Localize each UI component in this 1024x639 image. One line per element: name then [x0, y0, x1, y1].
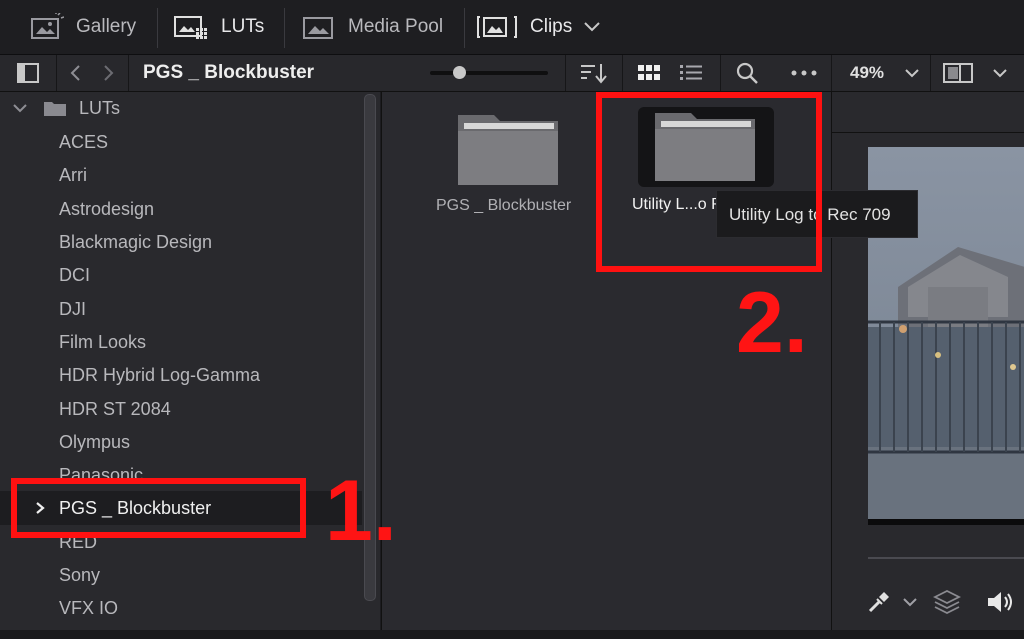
current-path-title: PGS _ Blockbuster — [143, 62, 315, 83]
layers-button[interactable] — [932, 589, 962, 615]
chevron-down-icon — [903, 598, 917, 607]
tab-luts[interactable]: LUTs — [173, 0, 264, 54]
layers-icon — [932, 589, 962, 615]
toggle-sidebar-button[interactable] — [8, 55, 48, 91]
tree-item[interactable]: HDR Hybrid Log-Gamma — [0, 359, 362, 391]
tree-item[interactable]: Astrodesign — [0, 193, 362, 225]
viewer-mode-button[interactable] — [938, 55, 978, 91]
tree-item-label: Sony — [59, 565, 101, 585]
tree-item[interactable]: Sony — [0, 559, 362, 591]
media-pool-icon — [303, 17, 333, 39]
more-options-button[interactable] — [782, 55, 826, 91]
tree-item-label: DCI — [59, 265, 90, 285]
chevron-down-icon — [13, 104, 27, 113]
tab-media-pool-label: Media Pool — [348, 16, 444, 37]
speaker-icon — [988, 592, 1012, 612]
folder-icon — [44, 102, 66, 116]
chevron-down-icon — [905, 69, 919, 78]
slider-handle[interactable] — [453, 66, 466, 79]
list-view-icon — [680, 65, 702, 80]
thumbnail-size-slider[interactable] — [430, 71, 548, 75]
folder-label: PGS _ Blockbuster — [436, 197, 572, 214]
tree-item[interactable]: Olympus — [0, 426, 362, 458]
list-view-button[interactable] — [672, 55, 710, 91]
tab-media-pool[interactable]: Media Pool — [302, 0, 443, 54]
tree-item-label: HDR Hybrid Log-Gamma — [59, 365, 261, 385]
tree-item[interactable]: ACES — [0, 126, 362, 158]
more-dots-icon — [791, 70, 817, 76]
sort-icon — [581, 64, 607, 84]
tab-gallery[interactable]: Gallery — [30, 0, 136, 54]
tree-root-label: LUTs — [79, 98, 121, 118]
bottom-strip — [0, 630, 1024, 639]
grid-view-icon — [638, 65, 660, 80]
annotation-step-2: 2. — [736, 275, 808, 371]
chevron-down-icon — [584, 22, 600, 32]
annotation-box-1 — [11, 478, 306, 538]
scrubber-bar[interactable] — [868, 557, 1024, 559]
tree-item-label: Arri — [59, 165, 87, 185]
luts-icon — [174, 16, 207, 39]
eyedropper-dropdown[interactable] — [902, 595, 918, 609]
tree-item[interactable]: Arri — [0, 159, 362, 191]
gallery-icon — [31, 13, 64, 39]
chevron-down-icon — [993, 69, 1007, 78]
tab-clips[interactable]: Clips — [476, 0, 602, 54]
tree-item-label: DJI — [59, 299, 86, 319]
tree-item[interactable]: VFX IO — [0, 592, 362, 624]
zoom-level[interactable]: 49% — [850, 55, 884, 91]
tree-root-luts[interactable]: LUTs — [0, 92, 362, 124]
tree-item-label: VFX IO — [59, 598, 119, 618]
chevron-right-icon — [104, 65, 114, 81]
tree-item[interactable]: HDR ST 2084 — [0, 393, 362, 425]
search-button[interactable] — [728, 55, 766, 91]
lut-tree-sidebar: LUTs ACES Arri Astrodesign Blackmagic De… — [0, 92, 380, 639]
split-view-icon — [943, 63, 973, 83]
back-button[interactable] — [62, 55, 90, 91]
sidebar-panel-icon — [17, 63, 39, 83]
tree-item[interactable]: Film Looks — [0, 326, 362, 358]
tree-item[interactable]: DCI — [0, 259, 362, 291]
tab-clips-label: Clips — [530, 16, 573, 37]
annotation-step-1: 1. — [325, 463, 397, 559]
tree-item-label: ACES — [59, 132, 109, 152]
audio-button[interactable] — [985, 589, 1015, 615]
forward-button[interactable] — [94, 55, 122, 91]
tree-item-label: HDR ST 2084 — [59, 399, 171, 419]
zoom-dropdown[interactable] — [900, 55, 924, 91]
viewer-pane — [831, 92, 1024, 639]
browser-toolbar: PGS _ Blockbuster 49% — [0, 55, 1024, 92]
search-icon — [736, 62, 758, 84]
eyedropper-button[interactable] — [866, 589, 892, 615]
tab-luts-label: LUTs — [221, 16, 265, 37]
eyedropper-icon — [868, 592, 889, 613]
tree-item[interactable]: DJI — [0, 293, 362, 325]
chevron-left-icon — [70, 65, 80, 81]
tab-gallery-label: Gallery — [76, 16, 137, 37]
folder-pgs-blockbuster[interactable]: PGS _ Blockbuster — [436, 107, 571, 217]
tree-item-label: Astrodesign — [59, 199, 155, 219]
tree-item-label: Blackmagic Design — [59, 232, 213, 252]
viewer-mode-dropdown[interactable] — [988, 55, 1012, 91]
sort-button[interactable] — [572, 55, 616, 91]
grid-view-button[interactable] — [630, 55, 668, 91]
clips-icon — [477, 16, 517, 38]
top-tab-bar: Gallery LUTs Media Pool Clips — [0, 0, 1024, 55]
folder-icon — [458, 115, 558, 185]
annotation-box-2 — [596, 92, 822, 272]
tree-item[interactable]: Blackmagic Design — [0, 226, 362, 258]
tree-item-label: Film Looks — [59, 332, 147, 352]
tree-item-label: Olympus — [59, 432, 131, 452]
